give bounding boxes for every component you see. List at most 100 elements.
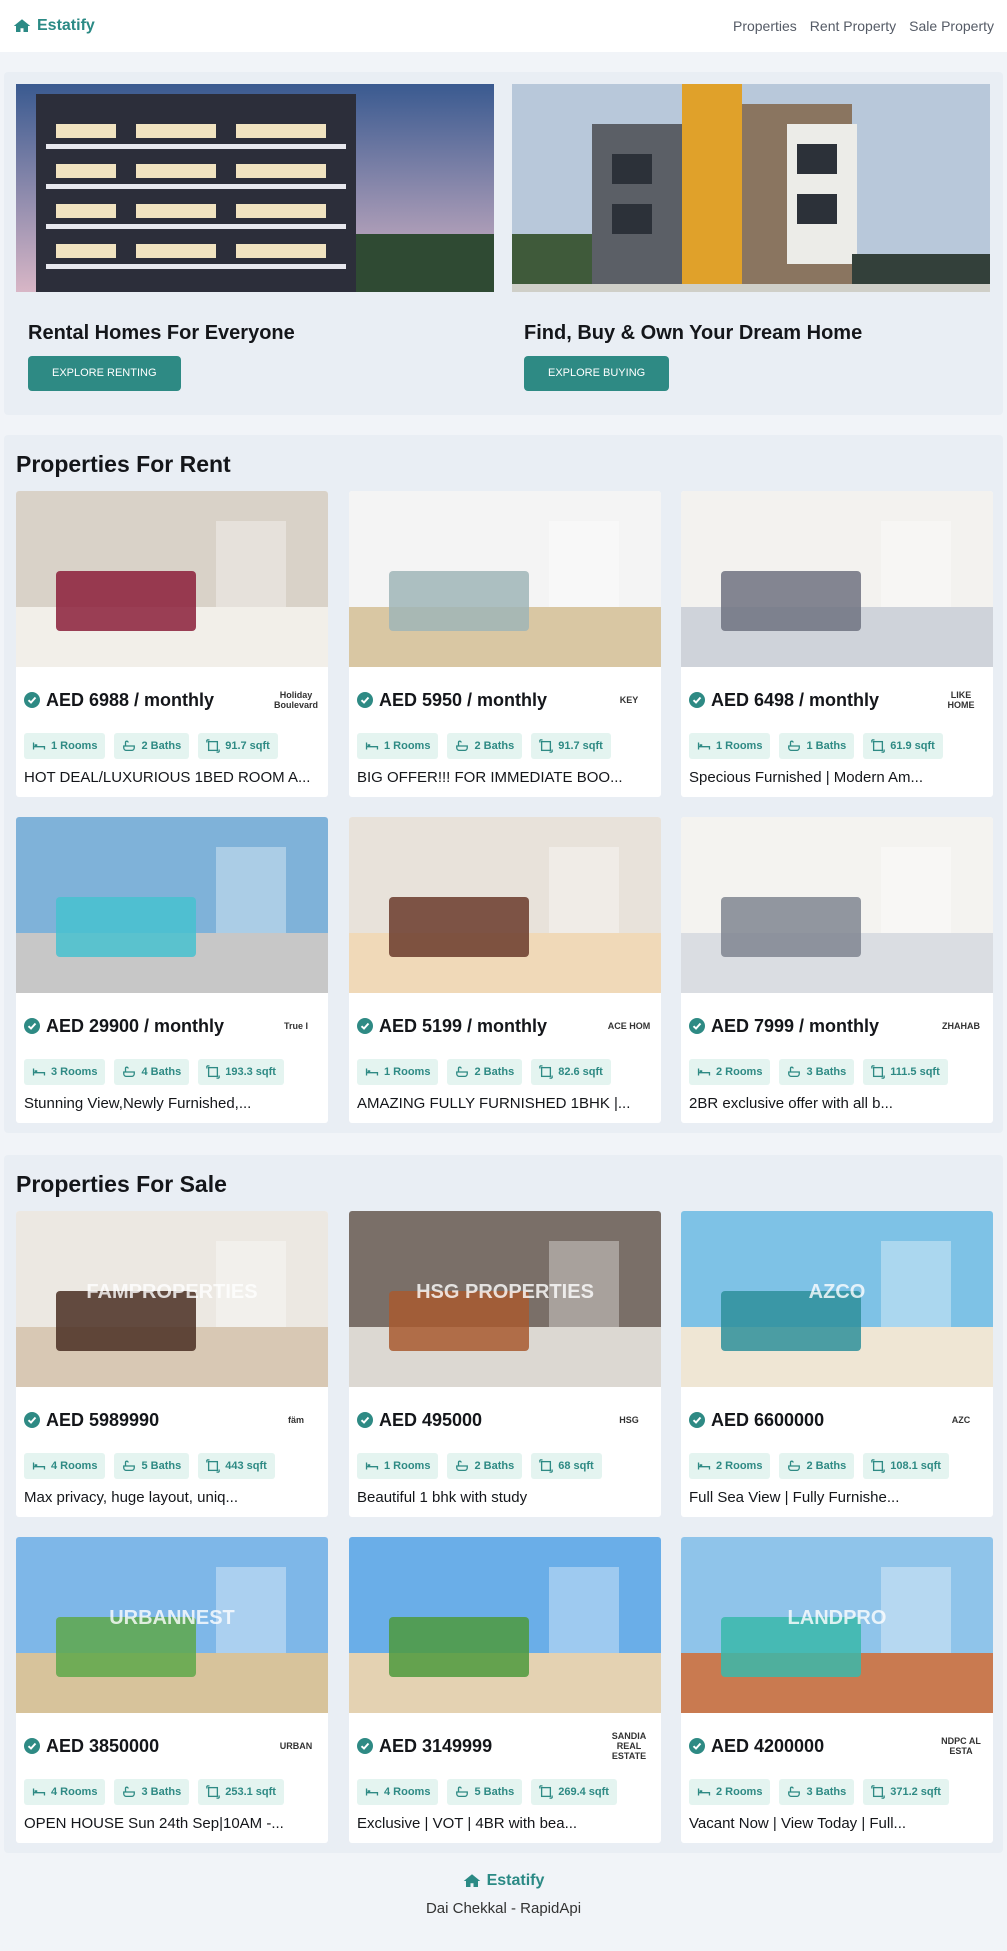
rent-property-card[interactable]: AED 7999 / monthly ZHAHAB 2 Rooms 3 Bath… [681, 817, 993, 1123]
hero-rent-image [16, 84, 494, 292]
bath-icon [123, 740, 136, 752]
hero-rent-title: Rental Homes For Everyone [28, 322, 295, 344]
rooms-badge: 1 Rooms [357, 1059, 439, 1085]
property-title[interactable]: 2BR exclusive offer with all b... [681, 1085, 993, 1112]
baths-label: 2 Baths [141, 740, 182, 752]
verified-check-icon [357, 692, 373, 708]
baths-badge: 3 Baths [114, 1779, 190, 1805]
property-title[interactable]: Max privacy, huge layout, uniq... [16, 1479, 328, 1506]
house-logo-icon [463, 1874, 480, 1887]
property-title[interactable]: HOT DEAL/LUXURIOUS 1BED ROOM A... [16, 759, 328, 786]
area-badge: 82.6 sqft [531, 1059, 611, 1085]
area-icon [206, 739, 220, 753]
agency-logo[interactable]: KEY [605, 676, 653, 724]
agency-logo-text: HSG [619, 1415, 639, 1425]
sale-property-card[interactable]: URBANNEST AED 3850000 URBAN 4 Rooms 3 Ba… [16, 1537, 328, 1843]
property-image[interactable] [349, 491, 661, 667]
explore-renting-button[interactable]: EXPLORE RENTING [28, 356, 181, 391]
nav-link-properties[interactable]: Properties [733, 18, 797, 34]
rooms-label: 3 Rooms [51, 1066, 98, 1078]
property-image[interactable] [349, 1537, 661, 1713]
property-title[interactable]: BIG OFFER!!! FOR IMMEDIATE BOO... [349, 759, 661, 786]
bed-icon [32, 742, 46, 750]
agency-logo[interactable]: fäm [272, 1396, 320, 1444]
bed-icon [365, 1068, 379, 1076]
property-image[interactable]: AZCO [681, 1211, 993, 1387]
agency-logo[interactable]: LIKE HOME [937, 676, 985, 724]
house-logo-icon [13, 19, 31, 32]
footer-brand[interactable]: Estatify [0, 1872, 1007, 1890]
rooms-label: 2 Rooms [716, 1460, 763, 1472]
rent-property-card[interactable]: AED 6498 / monthly LIKE HOME 1 Rooms 1 B… [681, 491, 993, 797]
area-icon [206, 1785, 220, 1799]
rent-property-card[interactable]: AED 29900 / monthly True I 3 Rooms 4 Bat… [16, 817, 328, 1123]
area-label: 108.1 sqft [890, 1460, 941, 1472]
property-image[interactable] [681, 817, 993, 993]
agency-logo[interactable]: SANDIA REAL ESTATE [605, 1722, 653, 1770]
property-title[interactable]: Full Sea View | Fully Furnishe... [681, 1479, 993, 1506]
area-label: 91.7 sqft [558, 740, 603, 752]
property-image[interactable] [349, 817, 661, 993]
property-image[interactable]: FAMPROPERTIES [16, 1211, 328, 1387]
property-title[interactable]: Beautiful 1 bhk with study [349, 1479, 661, 1506]
property-image[interactable] [681, 491, 993, 667]
agency-logo[interactable]: ACE HOM [605, 1002, 653, 1050]
agency-logo[interactable]: True I [272, 1002, 320, 1050]
explore-buying-button[interactable]: EXPLORE BUYING [524, 356, 670, 391]
brand-logo[interactable]: Estatify [13, 17, 95, 35]
agency-logo[interactable]: NDPC AL ESTA [937, 1722, 985, 1770]
verified-check-icon [24, 1412, 40, 1428]
property-price: AED 6600000 [711, 1409, 825, 1430]
area-badge: 269.4 sqft [531, 1779, 617, 1805]
agency-logo[interactable]: HSG [605, 1396, 653, 1444]
sale-property-card[interactable]: FAMPROPERTIES AED 5989990 fäm 4 Rooms 5 … [16, 1211, 328, 1517]
sale-property-card[interactable]: AZCO AED 6600000 AZC 2 Rooms 2 Baths 108… [681, 1211, 993, 1517]
property-title[interactable]: Specious Furnished | Modern Am... [681, 759, 993, 786]
photo-watermark: AZCO [808, 1281, 866, 1303]
rooms-label: 4 Rooms [51, 1786, 98, 1798]
bath-icon [456, 740, 469, 752]
area-label: 61.9 sqft [890, 740, 935, 752]
area-icon [206, 1065, 220, 1079]
sale-property-card[interactable]: LANDPRO AED 4200000 NDPC AL ESTA 2 Rooms [681, 1537, 993, 1843]
agency-logo[interactable]: AZC [937, 1396, 985, 1444]
property-title[interactable]: Exclusive | VOT | 4BR with bea... [349, 1805, 661, 1832]
baths-label: 3 Baths [141, 1786, 182, 1798]
agency-logo-text: ZHAHAB [942, 1021, 980, 1031]
verified-check-icon [24, 692, 40, 708]
agency-logo[interactable]: Holiday Boulevard [272, 676, 320, 724]
area-label: 82.6 sqft [558, 1066, 603, 1078]
property-title[interactable]: Stunning View,Newly Furnished,... [16, 1085, 328, 1112]
baths-label: 5 Baths [141, 1460, 182, 1472]
agency-logo[interactable]: URBAN [272, 1722, 320, 1770]
rooms-label: 1 Rooms [384, 1066, 431, 1078]
baths-badge: 2 Baths [447, 733, 523, 759]
property-image[interactable] [16, 817, 328, 993]
rent-property-card[interactable]: AED 6988 / monthly Holiday Boulevard 1 R… [16, 491, 328, 797]
area-icon [539, 1785, 553, 1799]
property-title[interactable]: AMAZING FULLY FURNISHED 1BHK |... [349, 1085, 661, 1112]
sale-property-card[interactable]: HSG PROPERTIES AED 495000 HSG 1 Rooms 2 … [349, 1211, 661, 1517]
rent-property-card[interactable]: AED 5199 / monthly ACE HOM 1 Rooms 2 Bat… [349, 817, 661, 1123]
agency-logo[interactable]: ZHAHAB [937, 1002, 985, 1050]
baths-label: 2 Baths [474, 1066, 515, 1078]
rooms-label: 1 Rooms [51, 740, 98, 752]
area-icon [539, 1065, 553, 1079]
nav-link-sale[interactable]: Sale Property [909, 18, 994, 34]
area-icon [871, 1785, 885, 1799]
rooms-badge: 4 Rooms [24, 1453, 106, 1479]
verified-check-icon [689, 692, 705, 708]
verified-check-icon [357, 1738, 373, 1754]
area-badge: 193.3 sqft [198, 1059, 284, 1085]
property-image[interactable]: HSG PROPERTIES [349, 1211, 661, 1387]
rooms-badge: 1 Rooms [357, 733, 439, 759]
nav-link-rent[interactable]: Rent Property [810, 18, 896, 34]
property-title[interactable]: OPEN HOUSE Sun 24th Sep|10AM -... [16, 1805, 328, 1832]
sale-property-card[interactable]: AED 3149999 SANDIA REAL ESTATE 4 Rooms 5… [349, 1537, 661, 1843]
rent-property-card[interactable]: AED 5950 / monthly KEY 1 Rooms 2 Baths 9… [349, 491, 661, 797]
property-title[interactable]: Vacant Now | View Today | Full... [681, 1805, 993, 1832]
property-image[interactable]: LANDPRO [681, 1537, 993, 1713]
property-image[interactable] [16, 491, 328, 667]
property-image[interactable]: URBANNEST [16, 1537, 328, 1713]
rooms-badge: 1 Rooms [357, 1453, 439, 1479]
